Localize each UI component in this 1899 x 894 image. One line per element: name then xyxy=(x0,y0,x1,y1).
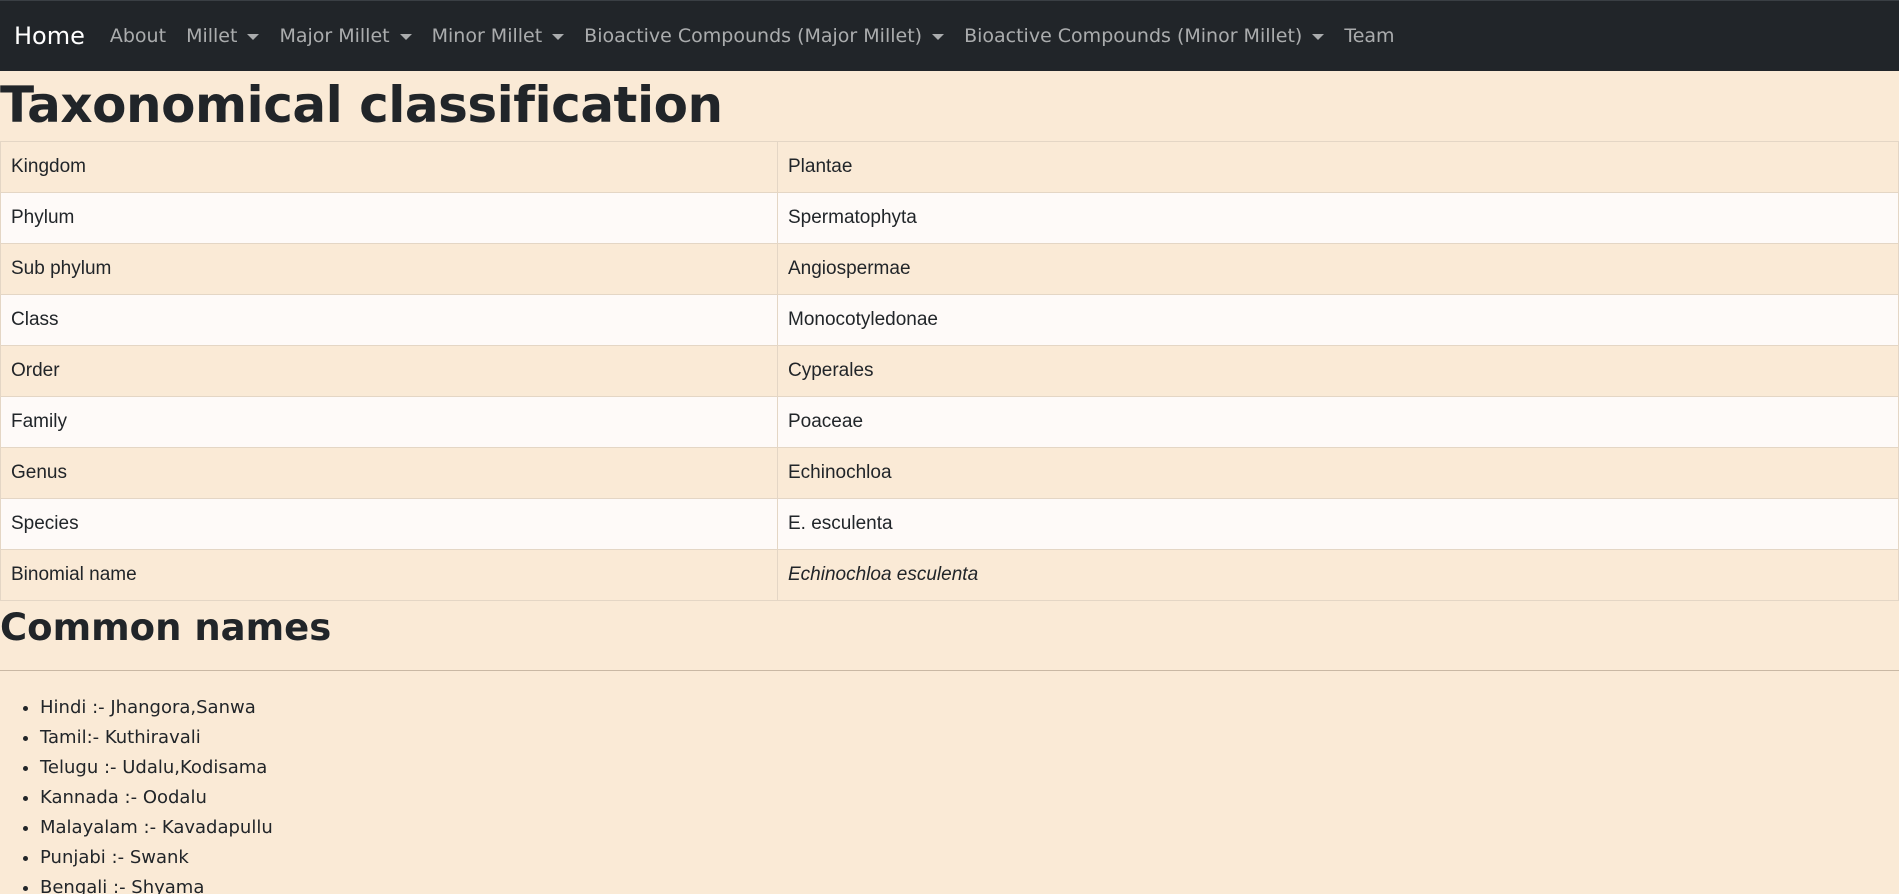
common-names-title: Common names xyxy=(0,606,332,649)
nav-item-label: Major Millet xyxy=(279,25,390,47)
table-row: Phylum Spermatophyta xyxy=(0,192,1899,244)
nav-item-major-millet[interactable]: Major Millet xyxy=(269,25,421,47)
top-navbar: Home About Millet Major Millet Minor Mil… xyxy=(0,0,1899,71)
list-item: Malayalam :- Kavadapullu xyxy=(40,813,1899,843)
table-row: Family Poaceae xyxy=(0,396,1899,448)
nav-item-millet[interactable]: Millet xyxy=(176,25,269,47)
table-row: Genus Echinochloa xyxy=(0,447,1899,499)
rank-cell: Family xyxy=(0,396,778,448)
table-row: Class Monocotyledonae xyxy=(0,294,1899,346)
nav-item-label: Minor Millet xyxy=(431,25,543,47)
caret-down-icon xyxy=(552,34,565,40)
rank-cell: Order xyxy=(0,345,778,397)
page-title: Taxonomical classification xyxy=(0,76,723,134)
nav-brand-home[interactable]: Home xyxy=(14,22,85,50)
list-item: Punjabi :- Swank xyxy=(40,843,1899,873)
list-item: Telugu :- Udalu,Kodisama xyxy=(40,753,1899,783)
nav-item-label: Team xyxy=(1344,25,1395,47)
rank-cell: Genus xyxy=(0,447,778,499)
nav-item-label: Bioactive Compounds (Major Millet) xyxy=(584,25,923,47)
value-cell: Monocotyledonae xyxy=(777,294,1899,346)
nav-item-about[interactable]: About xyxy=(100,25,176,47)
caret-down-icon xyxy=(932,34,945,40)
value-cell: Cyperales xyxy=(777,345,1899,397)
caret-down-icon xyxy=(1312,34,1325,40)
table-row: Sub phylum Angiospermae xyxy=(0,243,1899,295)
common-names-list: Hindi :- Jhangora,Sanwa Tamil:- Kuthirav… xyxy=(0,693,1899,894)
value-cell: Angiospermae xyxy=(777,243,1899,295)
rank-cell: Sub phylum xyxy=(0,243,778,295)
rank-cell: Binomial name xyxy=(0,549,778,601)
value-cell: Poaceae xyxy=(777,396,1899,448)
value-cell: E. esculenta xyxy=(777,498,1899,550)
caret-down-icon xyxy=(399,34,412,40)
rank-cell: Species xyxy=(0,498,778,550)
rank-cell: Kingdom xyxy=(0,141,778,193)
taxonomy-table: Kingdom Plantae Phylum Spermatophyta Sub… xyxy=(0,141,1899,601)
table-row: Order Cyperales xyxy=(0,345,1899,397)
table-row: Binomial name Echinochloa esculenta xyxy=(0,549,1899,601)
value-cell: Spermatophyta xyxy=(777,192,1899,244)
value-cell: Echinochloa xyxy=(777,447,1899,499)
nav-item-bioactive-minor[interactable]: Bioactive Compounds (Minor Millet) xyxy=(954,25,1334,47)
nav-item-bioactive-major[interactable]: Bioactive Compounds (Major Millet) xyxy=(574,25,954,47)
table-row: Species E. esculenta xyxy=(0,498,1899,550)
list-item: Bengali :- Shyama xyxy=(40,873,1899,894)
nav-item-label: About xyxy=(109,25,167,47)
value-cell-binomial: Echinochloa esculenta xyxy=(777,549,1899,601)
list-item: Hindi :- Jhangora,Sanwa xyxy=(40,693,1899,723)
section-divider xyxy=(0,670,1899,671)
nav-list: About Millet Major Millet Minor Millet B… xyxy=(100,25,1405,47)
nav-item-team[interactable]: Team xyxy=(1334,25,1404,47)
table-row: Kingdom Plantae xyxy=(0,141,1899,193)
nav-item-minor-millet[interactable]: Minor Millet xyxy=(422,25,575,47)
list-item: Kannada :- Oodalu xyxy=(40,783,1899,813)
rank-cell: Phylum xyxy=(0,192,778,244)
nav-item-label: Millet xyxy=(186,25,238,47)
rank-cell: Class xyxy=(0,294,778,346)
value-cell: Plantae xyxy=(777,141,1899,193)
caret-down-icon xyxy=(247,34,260,40)
nav-item-label: Bioactive Compounds (Minor Millet) xyxy=(964,25,1303,47)
list-item: Tamil:- Kuthiravali xyxy=(40,723,1899,753)
